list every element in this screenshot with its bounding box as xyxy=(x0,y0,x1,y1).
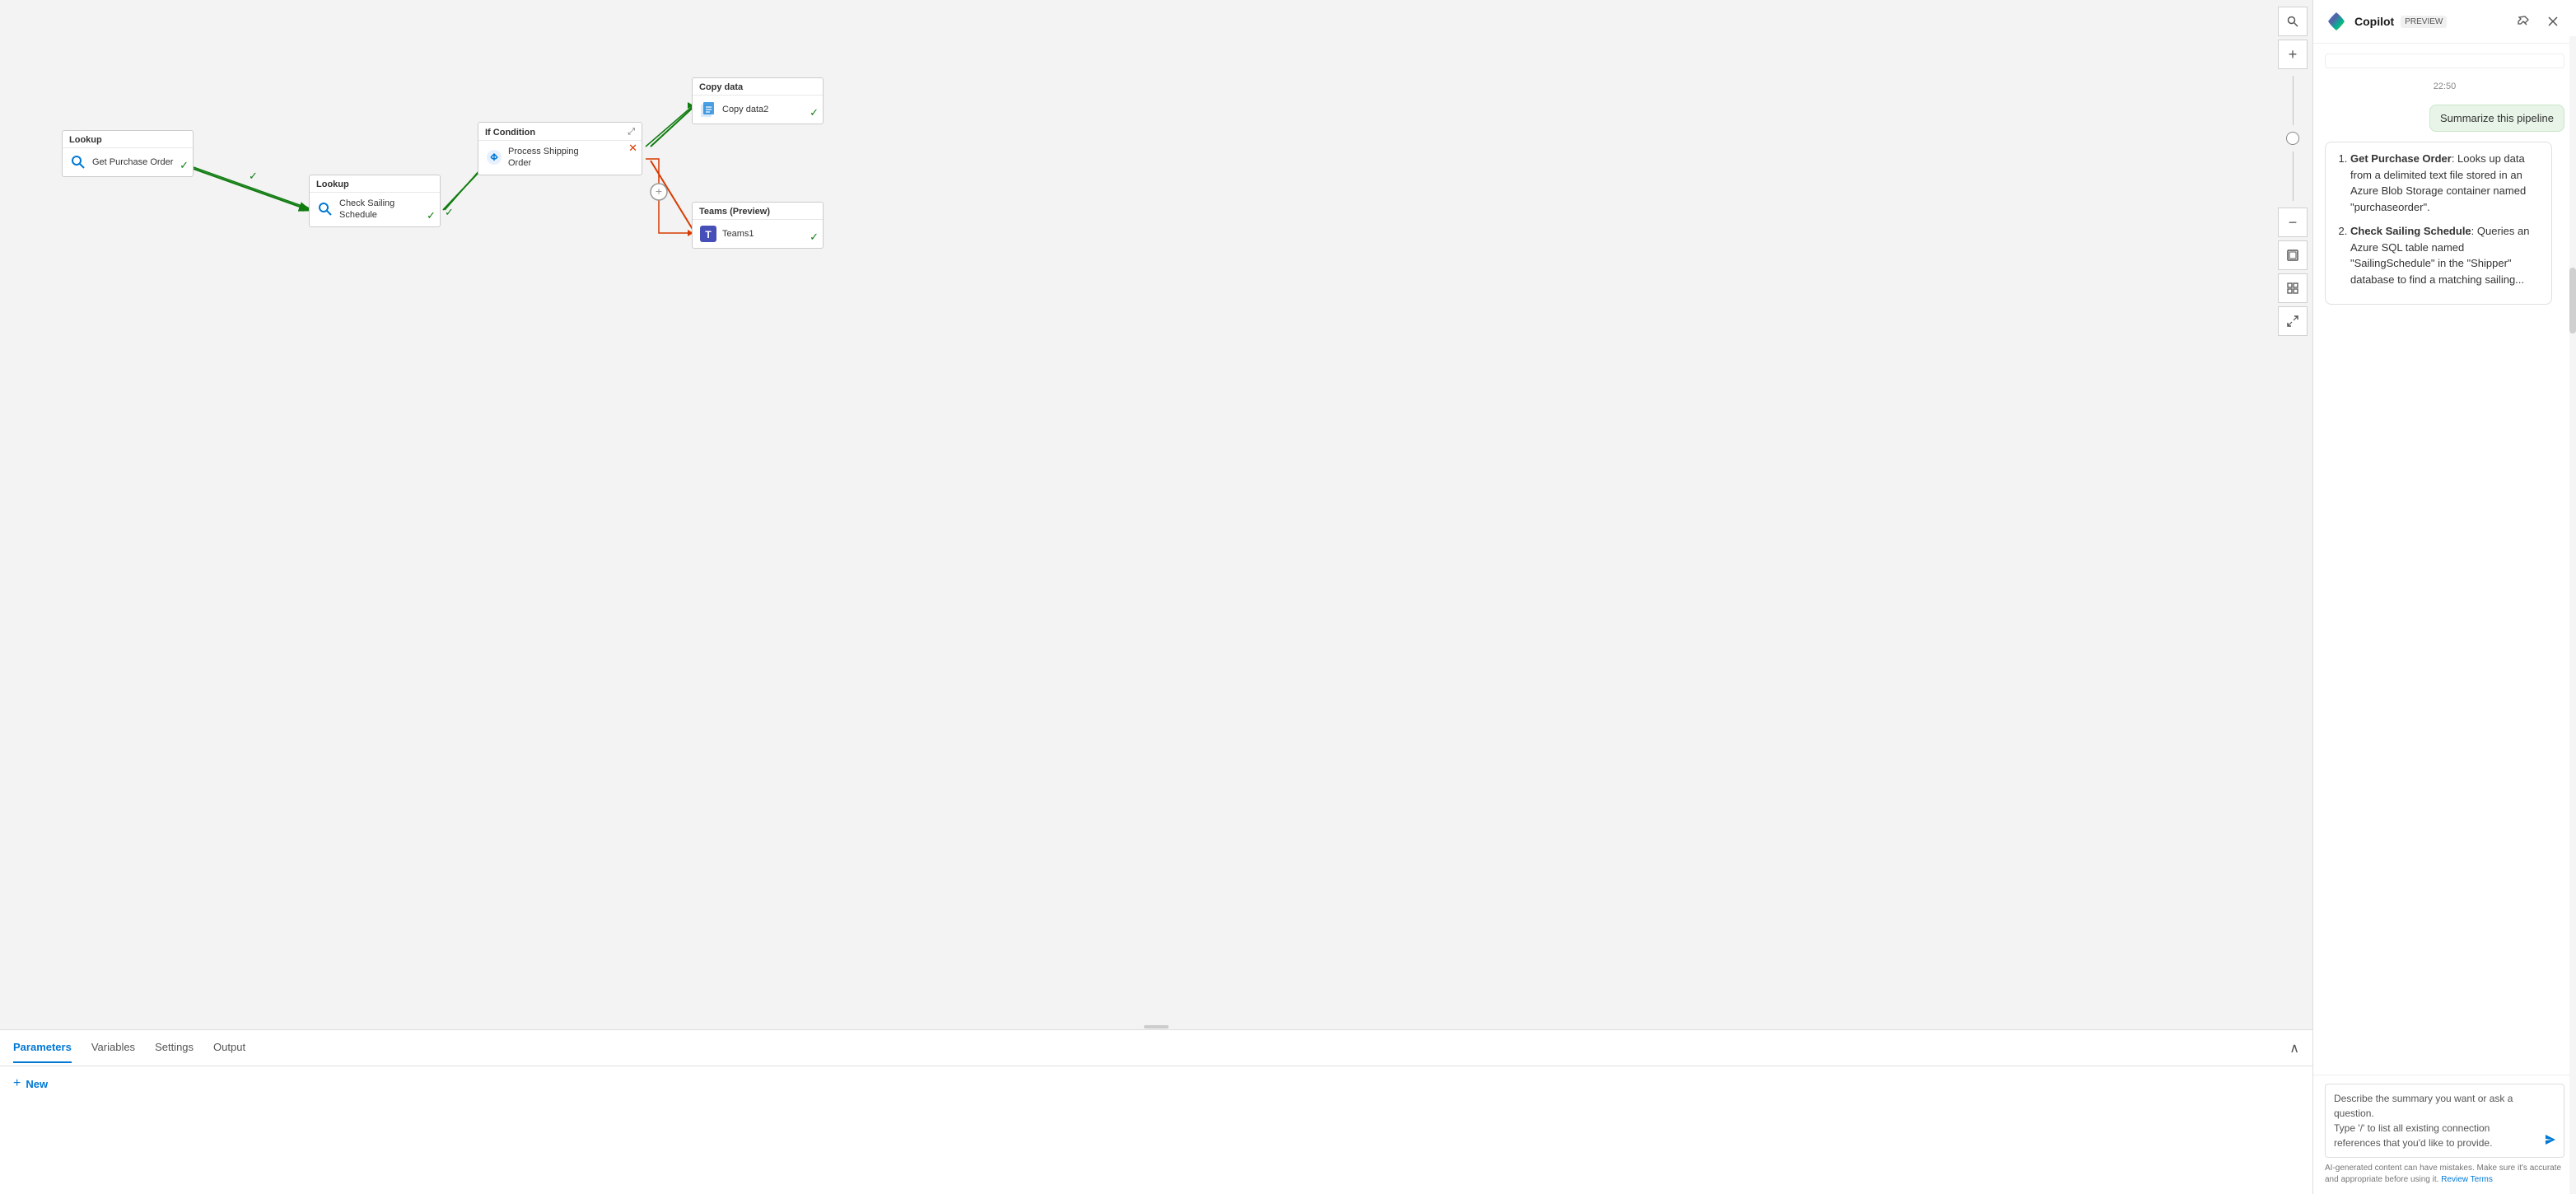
expand-canvas-btn[interactable] xyxy=(2278,306,2308,336)
copilot-input-area: Describe the summary you want or ask a q… xyxy=(2313,1075,2576,1194)
if-condition-header-label: If Condition xyxy=(485,128,535,138)
tab-parameters[interactable]: Parameters xyxy=(13,1033,72,1063)
lookup2-check: ✓ xyxy=(427,209,436,222)
new-parameter-btn[interactable]: + New xyxy=(13,1076,48,1091)
lookup2-label: Check Sailing Schedule xyxy=(339,198,433,222)
lookup1-label: Get Purchase Order xyxy=(92,156,173,168)
if-condition-expand-icon[interactable]: ⤢ xyxy=(628,127,635,138)
if-condition-node[interactable]: If Condition ⤢ Process ShippingOrder ✕ xyxy=(478,122,642,175)
pipeline-canvas: + ✓ ✓ ✕ Lookup Get Purchase Order ✓ xyxy=(0,0,2312,1029)
tab-output[interactable]: Output xyxy=(213,1033,245,1063)
new-btn-label: New xyxy=(26,1078,48,1090)
copilot-preview-badge: PREVIEW xyxy=(2401,16,2447,28)
copilot-logo-icon xyxy=(2325,10,2348,33)
collapse-panel-btn[interactable]: ∧ xyxy=(2289,1040,2299,1056)
copilot-scrollbar-thumb[interactable] xyxy=(2569,268,2576,333)
close-icon xyxy=(2547,16,2559,27)
message-timestamp: 22:50 xyxy=(2325,82,2564,91)
assistant-message: Get Purchase Order: Looks up data from a… xyxy=(2325,142,2552,305)
teams-label: Teams1 xyxy=(722,228,754,240)
tab-variables[interactable]: Variables xyxy=(91,1033,135,1063)
lookup2-header: Lookup xyxy=(310,175,440,193)
copy-data-label: Copy data2 xyxy=(722,104,768,115)
grid-view-btn[interactable] xyxy=(2278,273,2308,303)
copilot-messages: 22:50 Summarize this pipeline Get Purcha… xyxy=(2313,44,2576,1075)
teams-check: ✓ xyxy=(810,231,819,244)
svg-text:✓: ✓ xyxy=(445,206,454,218)
teams-icon: T xyxy=(699,225,717,243)
tabs-bar: Parameters Variables Settings Output ∧ xyxy=(0,1030,2312,1066)
pipeline-connections: + ✓ ✓ ✕ xyxy=(0,0,2312,1029)
search-toolbar-btn[interactable] xyxy=(2278,7,2308,36)
review-terms-link[interactable]: Review Terms xyxy=(2441,1175,2493,1184)
fit-view-btn[interactable] xyxy=(2278,240,2308,270)
svg-text:+: + xyxy=(656,184,662,198)
teams-header: Teams (Preview) xyxy=(693,203,823,220)
zoom-in-btn[interactable]: + xyxy=(2278,40,2308,69)
teams-node[interactable]: Teams (Preview) T Teams1 ✓ xyxy=(692,202,824,249)
copy-data-header: Copy data xyxy=(693,78,823,96)
lookup-node-get-purchase-order[interactable]: Lookup Get Purchase Order ✓ xyxy=(62,130,194,177)
canvas-toolbar: + − xyxy=(2273,0,2312,1029)
panel-content: + New xyxy=(0,1066,2312,1194)
zoom-out-btn[interactable]: − xyxy=(2278,208,2308,237)
lookup1-header: Lookup xyxy=(63,131,193,148)
copilot-scrollbar-track[interactable] xyxy=(2569,36,2576,1194)
assistant-list-item-2: Check Sailing Schedule: Queries an Azure… xyxy=(2350,223,2541,287)
plus-icon: + xyxy=(13,1076,21,1091)
copy-data-node[interactable]: Copy data Copy data2 ✓ xyxy=(692,77,824,124)
copilot-disclaimer: AI-generated content can have mistakes. … xyxy=(2325,1163,2564,1186)
copilot-input-box[interactable]: Describe the summary you want or ask a q… xyxy=(2325,1084,2564,1158)
item1-title: Get Purchase Order xyxy=(2350,152,2452,165)
copilot-panel: Copilot PREVIEW 22:50 Summarize this xyxy=(2312,0,2576,1194)
pin-icon xyxy=(2517,15,2530,28)
lookup1-icon xyxy=(69,153,87,171)
copilot-header: Copilot PREVIEW xyxy=(2313,0,2576,44)
copilot-title: Copilot xyxy=(2354,15,2394,28)
lookup1-check: ✓ xyxy=(180,159,189,172)
fit-view-icon xyxy=(2287,250,2298,261)
item2-title: Check Sailing Schedule xyxy=(2350,225,2471,237)
assistant-message-list: Get Purchase Order: Looks up data from a… xyxy=(2336,151,2541,287)
main-area: + ✓ ✓ ✕ Lookup Get Purchase Order ✓ xyxy=(0,0,2312,1194)
search-icon xyxy=(2287,16,2298,27)
lookup2-icon xyxy=(316,200,334,218)
zoom-slider-thumb[interactable] xyxy=(2286,132,2299,145)
copy-data-check: ✓ xyxy=(810,106,819,119)
pin-copilot-btn[interactable] xyxy=(2512,10,2535,33)
if-condition-icon xyxy=(485,148,503,166)
assistant-list-item-1: Get Purchase Order: Looks up data from a… xyxy=(2350,151,2541,215)
bottom-panel: Parameters Variables Settings Output ∧ +… xyxy=(0,1029,2312,1194)
copilot-send-btn[interactable] xyxy=(2544,1133,2557,1150)
tab-settings[interactable]: Settings xyxy=(155,1033,194,1063)
lookup-node-check-sailing-schedule[interactable]: Lookup Check Sailing Schedule ✓ xyxy=(309,175,441,227)
if-condition-x: ✕ xyxy=(628,142,637,155)
svg-text:T: T xyxy=(705,229,712,240)
zoom-slider-track xyxy=(2293,76,2294,125)
grid-icon xyxy=(2287,282,2298,294)
user-message: Summarize this pipeline xyxy=(2429,105,2564,132)
if-condition-activity-label: Process ShippingOrder xyxy=(508,146,579,170)
copilot-input-text: Describe the summary you want or ask a q… xyxy=(2334,1091,2534,1150)
svg-text:✓: ✓ xyxy=(249,170,258,182)
send-icon xyxy=(2544,1133,2557,1146)
zoom-slider-track-2 xyxy=(2293,152,2294,201)
panel-resize-handle[interactable] xyxy=(1140,1024,1173,1029)
previous-input-placeholder xyxy=(2325,54,2564,68)
close-copilot-btn[interactable] xyxy=(2541,10,2564,33)
expand-icon xyxy=(2287,315,2298,327)
copilot-header-actions xyxy=(2512,10,2564,33)
copy-data-icon xyxy=(699,100,717,119)
